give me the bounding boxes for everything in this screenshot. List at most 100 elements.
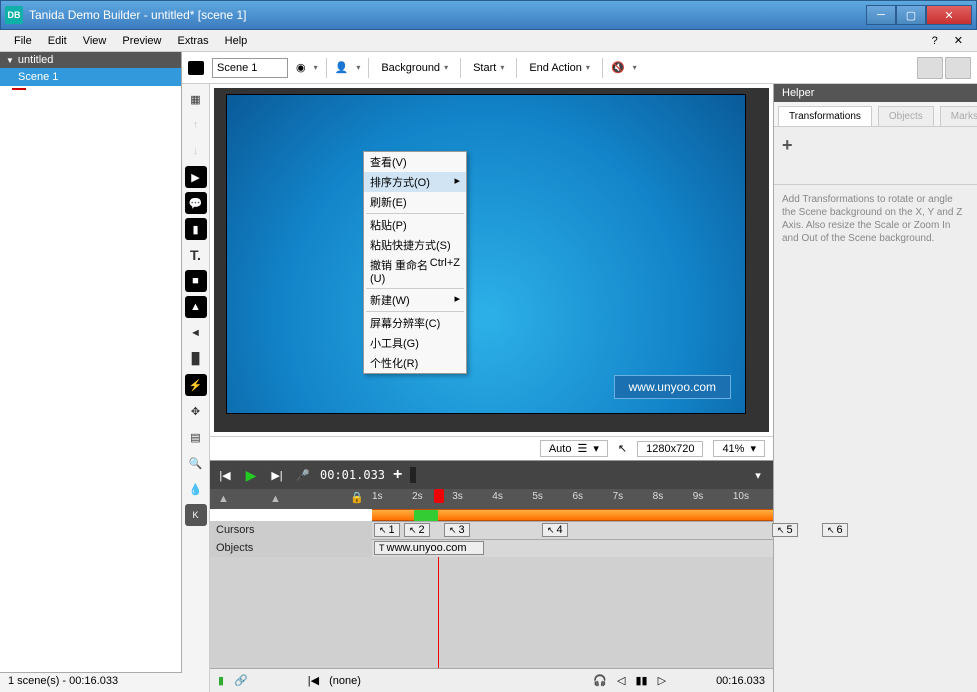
ctx-item[interactable]: 小工具(G) xyxy=(364,333,466,353)
timeline: |◀ ▶ ▶| 🎤 00:01.033 + ▾ ▲ ▲ 🔒 xyxy=(210,460,773,692)
clip-tool-icon[interactable]: ▐▌ xyxy=(185,348,207,370)
track-objects: Objects T www.unyoo.com xyxy=(210,539,773,557)
timeline-scene-strip[interactable] xyxy=(372,509,773,521)
total-time: 00:16.033 xyxy=(716,675,765,687)
menu-view[interactable]: View xyxy=(75,33,115,49)
cursor-clip[interactable]: ↖6 xyxy=(822,523,848,537)
close-panel-icon[interactable]: ✕ xyxy=(946,32,971,49)
image-tool-icon[interactable]: ▲ xyxy=(185,296,207,318)
prev-bp-icon[interactable]: ◁ xyxy=(617,674,625,687)
menu-extras[interactable]: Extras xyxy=(169,33,216,49)
minimize-button[interactable]: ─ xyxy=(866,5,896,25)
link-icon[interactable]: 🔗 xyxy=(234,674,248,687)
ctx-item[interactable]: 个性化(R) xyxy=(364,353,466,373)
add-transformation-button[interactable]: + xyxy=(774,127,977,164)
tab-objects[interactable]: Objects xyxy=(878,106,934,126)
key-icon[interactable]: K xyxy=(185,504,207,526)
visibility-icon[interactable]: ◉ xyxy=(296,61,306,74)
tool-palette: ▦ ↑ ↓ ▶ 💬 ▮ T. ■ ▲ ◄ ▐▌ ⚡ ✥ ▤ 🔍 💧 K xyxy=(182,84,210,692)
scene-tree: untitled Scene 1 1 scene(s) - 00:16.033 xyxy=(0,52,182,692)
tab-transformations[interactable]: Transformations xyxy=(778,106,872,126)
record-audio-button[interactable]: 🎤 xyxy=(294,466,312,484)
start-dropdown[interactable]: Start▾ xyxy=(469,62,508,74)
play-button[interactable]: ▶ xyxy=(242,466,260,484)
zoom-dropdown[interactable]: 41%▾ xyxy=(713,440,765,457)
snap-icon[interactable]: ▮ xyxy=(218,674,224,687)
ctx-item[interactable]: 屏幕分辨率(C) xyxy=(364,313,466,333)
cursor-clip[interactable]: ↖1 xyxy=(374,523,400,537)
text-tool-icon[interactable]: T. xyxy=(185,244,207,266)
cursor-clip[interactable]: ↖5 xyxy=(772,523,798,537)
ctx-item[interactable]: 粘贴快捷方式(S) xyxy=(364,235,466,255)
film-icon[interactable]: ▤ xyxy=(185,426,207,448)
project-node[interactable]: untitled xyxy=(0,52,181,68)
ctx-item[interactable]: 新建(W)▸ xyxy=(364,290,466,310)
mute-icon[interactable]: 🔇 xyxy=(611,61,625,74)
canvas[interactable]: www.unyoo.com 查看(V) 排序方式(O)▸ 刷新(E) 粘贴(P)… xyxy=(226,94,746,414)
timeline-marker-icon[interactable] xyxy=(410,467,416,483)
current-time: 00:01.033 xyxy=(320,468,385,482)
background-dropdown[interactable]: Background▾ xyxy=(377,62,452,74)
menu-help[interactable]: Help xyxy=(217,33,256,49)
speech-icon[interactable]: 💬 xyxy=(185,192,207,214)
add-track-button[interactable]: + xyxy=(393,466,402,484)
zoom-in-ruler-icon[interactable]: ▲ xyxy=(270,493,281,505)
zoom-icon[interactable]: 🔍 xyxy=(185,452,207,474)
ctx-item[interactable]: 查看(V) xyxy=(364,152,466,172)
headphones-icon[interactable]: 🎧 xyxy=(593,674,607,687)
ctx-item[interactable]: 刷新(E) xyxy=(364,192,466,212)
stage-footer: Auto☰▾ ↖ 1280x720 41%▾ xyxy=(210,436,773,460)
auto-fit-dropdown[interactable]: Auto☰▾ xyxy=(540,440,608,457)
audio-label: (none) xyxy=(329,675,361,687)
cursor-clip[interactable]: ↖4 xyxy=(542,523,568,537)
ctx-item[interactable]: 粘贴(P) xyxy=(364,215,466,235)
tab-marks[interactable]: Marks xyxy=(940,106,977,126)
goto-end-button[interactable]: ▶| xyxy=(268,466,286,484)
scene-node[interactable]: Scene 1 xyxy=(0,68,181,86)
target-icon[interactable]: ✥ xyxy=(185,400,207,422)
play-tool-icon[interactable]: ▶ xyxy=(185,166,207,188)
lock-icon[interactable]: 🔒 xyxy=(350,491,364,504)
scene-name-input[interactable] xyxy=(212,58,288,78)
cursor-clip[interactable]: ↖2 xyxy=(404,523,430,537)
helper-title: Helper xyxy=(774,84,977,102)
timeline-ruler[interactable]: ▲ ▲ 🔒 1s2s 3s4s 5s6s 7s8s 9s10s xyxy=(210,489,773,509)
scene-toolbar: ◉▾ 👤▾ Background▾ Start▾ End Action▾ 🔇▾ xyxy=(182,52,977,84)
author-icon[interactable]: 👤 xyxy=(335,61,349,74)
breakpoint-icon[interactable]: ▮▮ xyxy=(635,674,647,687)
end-action-dropdown[interactable]: End Action▾ xyxy=(525,62,594,74)
layout-button-1[interactable] xyxy=(917,57,943,79)
ctx-item[interactable]: 排序方式(O)▸ xyxy=(364,172,466,192)
helper-panel: Helper Transformations Objects Marks + A… xyxy=(773,84,977,692)
note-icon[interactable]: ▮ xyxy=(185,218,207,240)
object-clip[interactable]: T www.unyoo.com xyxy=(374,541,484,555)
menu-preview[interactable]: Preview xyxy=(114,33,169,49)
help-icon[interactable]: ? xyxy=(924,33,946,49)
cursor-clip[interactable]: ↖3 xyxy=(444,523,470,537)
next-bp-icon[interactable]: ▷ xyxy=(658,674,666,687)
ctx-item[interactable]: 撤销 重命名(U)Ctrl+Z xyxy=(364,255,466,287)
drop-icon[interactable]: 💧 xyxy=(185,478,207,500)
watermark-box[interactable]: www.unyoo.com xyxy=(614,375,731,399)
app-icon: DB xyxy=(5,6,23,24)
goto-start-button[interactable]: |◀ xyxy=(216,466,234,484)
shape-tool-icon[interactable]: ■ xyxy=(185,270,207,292)
flash-icon[interactable]: ⚡ xyxy=(185,374,207,396)
maximize-button[interactable]: ▢ xyxy=(896,5,926,25)
scene-thumb-icon[interactable] xyxy=(188,61,204,75)
track-lane[interactable]: ↖1 ↖2 ↖3 ↖4 ↖5 ↖6 ↖7 xyxy=(372,521,773,539)
menu-file[interactable]: File xyxy=(6,33,40,49)
timeline-body[interactable] xyxy=(210,557,773,668)
track-cursors: Cursors ↖1 ↖2 ↖3 ↖4 ↖5 ↖6 ↖7 xyxy=(210,521,773,539)
menu-edit[interactable]: Edit xyxy=(40,33,75,49)
pointer-tool-icon[interactable]: ◄ xyxy=(185,322,207,344)
grid-icon[interactable]: ▦ xyxy=(185,88,207,110)
zoom-out-ruler-icon[interactable]: ▲ xyxy=(218,493,229,505)
stage[interactable]: www.unyoo.com 查看(V) 排序方式(O)▸ 刷新(E) 粘贴(P)… xyxy=(214,88,769,432)
audio-track-icon[interactable]: |◀ xyxy=(308,674,319,687)
close-button[interactable]: ✕ xyxy=(926,5,972,25)
track-lane[interactable]: T www.unyoo.com xyxy=(372,539,773,557)
context-menu[interactable]: 查看(V) 排序方式(O)▸ 刷新(E) 粘贴(P) 粘贴快捷方式(S) 撤销 … xyxy=(363,151,467,374)
layout-button-2[interactable] xyxy=(945,57,971,79)
timeline-menu-button[interactable]: ▾ xyxy=(749,466,767,484)
